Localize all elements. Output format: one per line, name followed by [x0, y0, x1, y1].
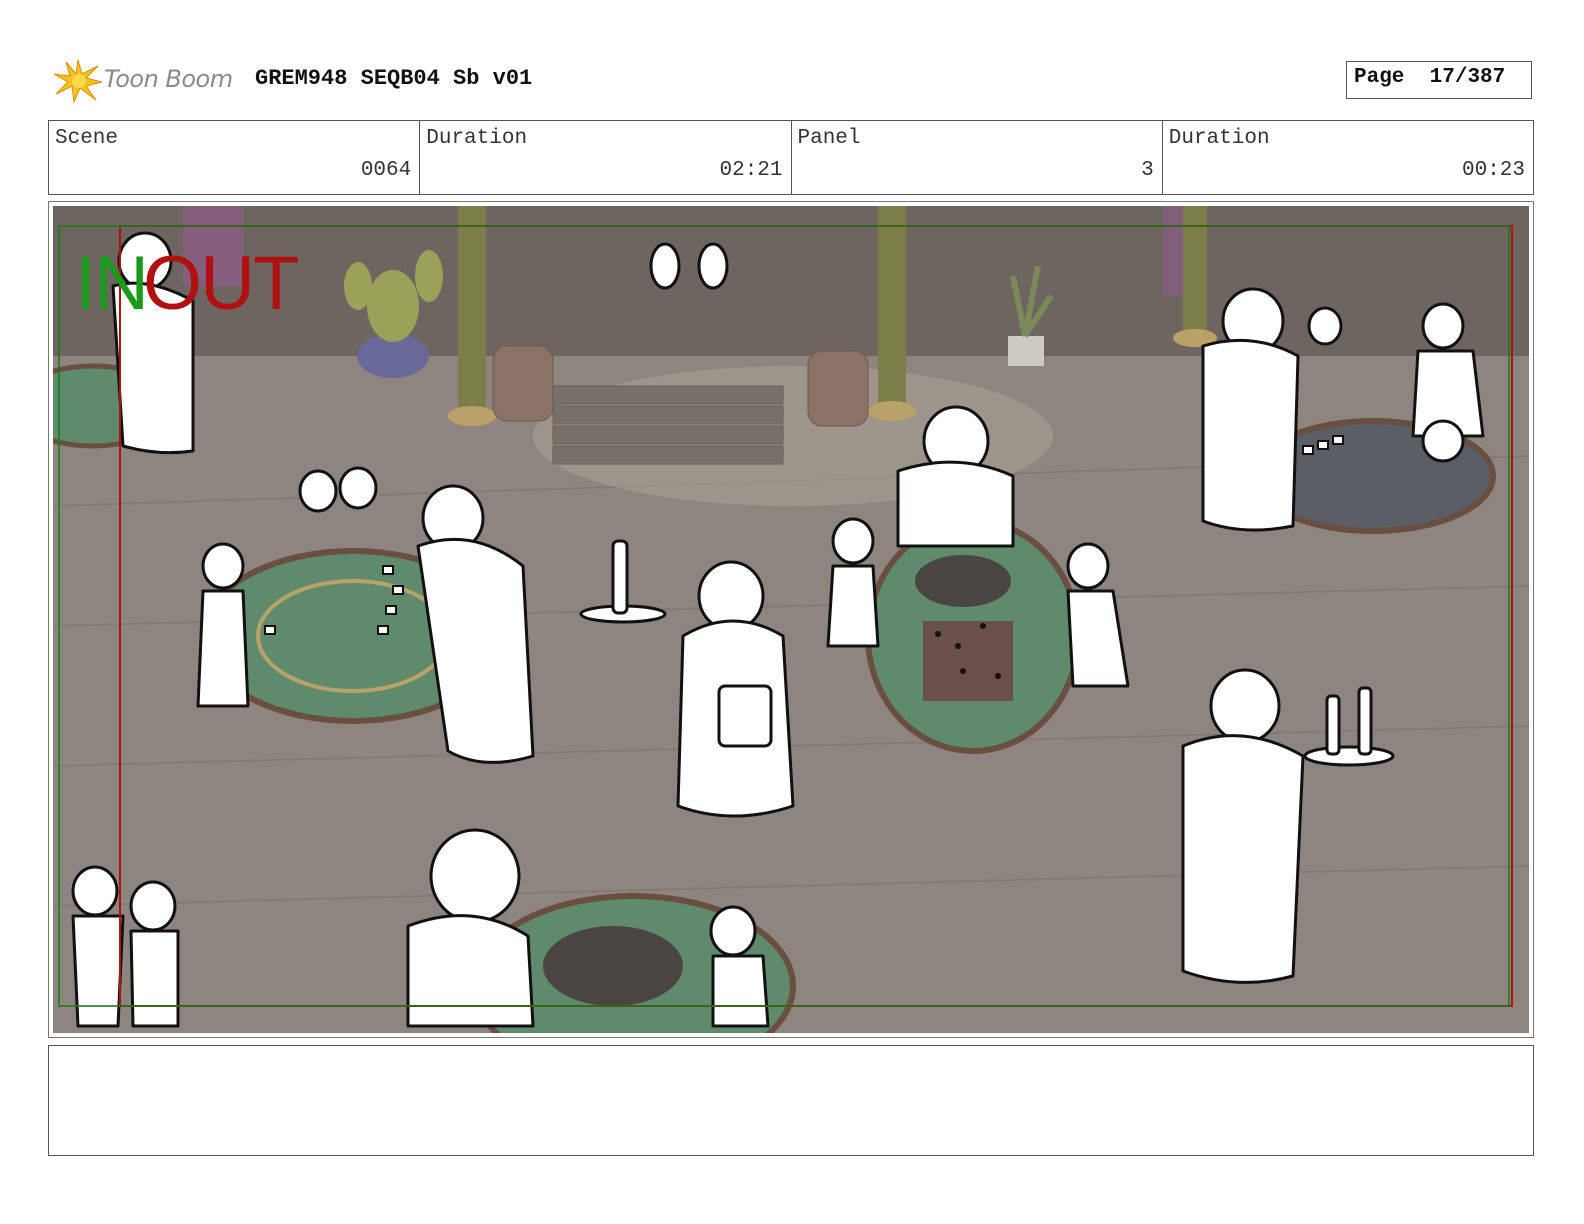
scene-duration-label: Duration [426, 127, 528, 150]
panel-cell: Panel 3 [792, 121, 1163, 194]
page-indicator: Page 17/387 [1346, 61, 1532, 99]
panel-value: 3 [1141, 159, 1154, 182]
scene-duration-value: 02:21 [719, 159, 783, 182]
scene-cell: Scene 0064 [49, 121, 421, 194]
scene-label: Scene [55, 127, 119, 150]
in-out-marker: INOUT [75, 246, 299, 322]
page-label: Page [1354, 66, 1405, 89]
page-number: 17/387 [1429, 66, 1506, 89]
logo-text: Toon Boom [104, 65, 233, 93]
panel-artwork: INOUT [53, 206, 1529, 1033]
panel-duration-value: 00:23 [1461, 159, 1525, 182]
panel-label: Panel [797, 127, 861, 150]
saloon-scene-sketch [53, 206, 1529, 1033]
storyboard-panel: INOUT [48, 201, 1534, 1038]
out-marker: OUT [143, 241, 299, 326]
panel-duration-label: Duration [1168, 127, 1270, 150]
scene-value: 0064 [360, 159, 412, 182]
scene-duration-cell: Duration 02:21 [420, 121, 792, 194]
panel-info-row: Scene 0064 Duration 02:21 Panel 3 Durati… [48, 120, 1534, 195]
panel-notes-box [48, 1045, 1534, 1156]
starburst-icon [53, 59, 103, 104]
in-marker: IN [75, 241, 149, 326]
document-title: GREM948 SEQB04 Sb v01 [255, 66, 533, 91]
toon-boom-logo: Toon Boom [52, 56, 242, 104]
panel-duration-cell: Duration 00:23 [1163, 121, 1533, 194]
